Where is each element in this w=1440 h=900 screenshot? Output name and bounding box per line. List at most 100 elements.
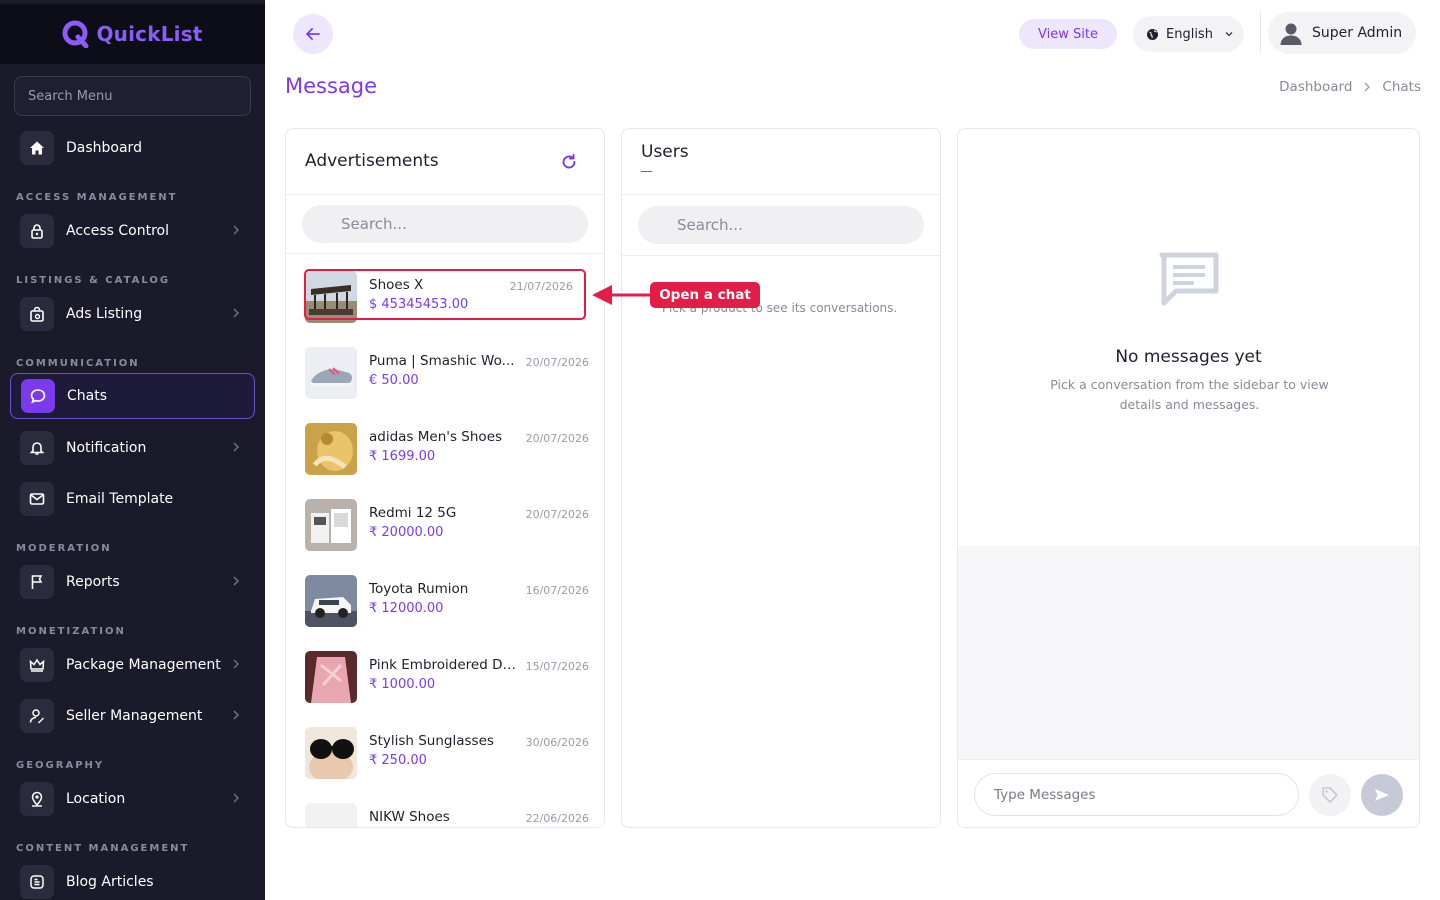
sidebar-item-package-management[interactable]: Package Management: [10, 642, 255, 688]
sidebar-item-notification[interactable]: Notification: [10, 425, 255, 471]
ad-name: Shoes X: [369, 277, 424, 293]
sidebar-item-location[interactable]: Location: [10, 776, 255, 822]
shopping-bag-icon: [20, 297, 54, 331]
sidebar-item-chats[interactable]: Chats: [10, 373, 255, 419]
logo-text: QuickList: [96, 22, 203, 46]
ad-name: adidas Men's Shoes: [369, 429, 503, 445]
map-pin-icon: [20, 782, 54, 816]
sidebar-item-ads-listing[interactable]: Ads Listing: [10, 291, 255, 337]
ad-price: ₹ 12000.00: [369, 601, 444, 616]
crown-icon: [20, 648, 54, 682]
message-area: [958, 546, 1419, 759]
menu-search-placeholder: Search Menu: [28, 88, 113, 104]
user-name: Super Admin: [1312, 25, 1403, 41]
logo-icon: [62, 20, 89, 48]
sidebar-item-label: Package Management: [66, 657, 221, 673]
empty-state-title: No messages yet: [1115, 347, 1262, 367]
ad-name: Redmi 12 5G: [369, 505, 457, 521]
section-label-communication: COMMUNICATION: [16, 358, 140, 369]
header-divider: [1260, 12, 1261, 52]
message-input-placeholder: Type Messages: [994, 786, 1096, 803]
advertisements-search-input[interactable]: Search...: [302, 205, 588, 243]
view-site-button[interactable]: View Site: [1019, 19, 1117, 49]
ad-name: Stylish Sunglasses: [369, 733, 494, 749]
ad-item[interactable]: Pink Embroidered Do... ₹ 1000.00 15/07/2…: [305, 651, 589, 703]
chevron-right-icon: [233, 576, 240, 586]
chevron-down-icon: [1225, 32, 1233, 37]
logo[interactable]: QuickList: [0, 4, 265, 64]
ad-price: ₹ 1699.00: [369, 449, 436, 464]
section-label-geography: GEOGRAPHY: [16, 760, 105, 771]
sidebar-item-access-control[interactable]: Access Control: [10, 208, 255, 254]
ad-thumbnail: [305, 499, 357, 551]
ad-item[interactable]: adidas Men's Shoes ₹ 1699.00 20/07/2026: [305, 423, 589, 475]
lock-icon: [20, 214, 54, 248]
chevron-right-icon: [233, 225, 240, 235]
advertisements-panel: Advertisements Search... Shoes X $ 45345…: [285, 128, 605, 828]
arrow-left-icon: [306, 28, 320, 40]
breadcrumb-chats[interactable]: Chats: [1382, 79, 1421, 95]
ad-item[interactable]: Stylish Sunglasses ₹ 250.00 30/06/2026: [305, 727, 589, 779]
ad-item[interactable]: Puma | Smashic Wo... € 50.00 20/07/2026: [305, 347, 589, 399]
message-input[interactable]: Type Messages: [974, 773, 1299, 816]
ad-name: NIKW Shoes: [369, 809, 450, 825]
sidebar-item-dashboard[interactable]: Dashboard: [10, 125, 255, 171]
ad-item[interactable]: Shoes X $ 45345453.00 21/07/2026: [305, 271, 589, 323]
ad-price: ₹ 250.00: [369, 753, 427, 768]
ad-name: Toyota Rumion: [369, 581, 469, 597]
message-icon: [1159, 252, 1219, 306]
chevron-right-icon: [233, 442, 240, 452]
ad-price: ₹ 1000.00: [369, 677, 436, 692]
sidebar-item-seller-management[interactable]: Seller Management: [10, 693, 255, 739]
ad-thumbnail: [305, 575, 357, 627]
annotation-arrow-icon: [592, 285, 650, 305]
sidebar-item-reports[interactable]: Reports: [10, 559, 255, 605]
ad-date: 22/06/2026: [525, 812, 589, 825]
sidebar-item-label: Ads Listing: [66, 306, 143, 322]
sidebar-item-label: Seller Management: [66, 708, 203, 724]
advertisements-header: Advertisements: [286, 129, 604, 195]
send-button[interactable]: [1361, 774, 1403, 816]
avatar-icon: [1280, 23, 1302, 45]
chevron-right-icon: [233, 710, 240, 720]
users-search-input[interactable]: Search...: [638, 206, 924, 244]
chevron-right-icon: [233, 308, 240, 318]
language-select[interactable]: English: [1133, 16, 1244, 52]
breadcrumb-dashboard[interactable]: Dashboard: [1279, 79, 1352, 95]
back-button[interactable]: [293, 14, 333, 54]
sidebar-item-label: Location: [66, 791, 126, 807]
sidebar-item-label: Access Control: [66, 223, 169, 239]
chevron-right-icon: [233, 793, 240, 803]
ad-item[interactable]: Redmi 12 5G ₹ 20000.00 20/07/2026: [305, 499, 589, 551]
ad-date: 20/07/2026: [525, 432, 589, 445]
refresh-icon[interactable]: [560, 153, 578, 171]
users-subtitle-dash: [641, 171, 652, 172]
ad-item[interactable]: NIKW Shoes 22/06/2026: [305, 803, 589, 827]
ad-name: Puma | Smashic Wo...: [369, 353, 515, 369]
sidebar-item-email-template[interactable]: Email Template: [10, 476, 255, 522]
empty-state-description: Pick a conversation from the sidebar to …: [1050, 377, 1329, 412]
ad-item[interactable]: Toyota Rumion ₹ 12000.00 16/07/2026: [305, 575, 589, 627]
ad-thumbnail: [305, 347, 357, 399]
menu-search-input[interactable]: Search Menu: [14, 76, 251, 116]
send-icon: [1375, 789, 1389, 801]
flag-icon: [20, 565, 54, 599]
ad-date: 20/07/2026: [525, 356, 589, 369]
sidebar-item-blog-articles[interactable]: Blog Articles: [10, 859, 255, 900]
ad-date: 16/07/2026: [525, 584, 589, 597]
annotation-label: Open a chat: [650, 282, 760, 308]
ad-thumbnail: [305, 651, 357, 703]
mail-icon: [20, 482, 54, 516]
advertisements-search-placeholder: Search...: [341, 215, 407, 233]
sidebar: QuickList Search Menu Dashboard ACCESS M…: [0, 0, 265, 900]
user-edit-icon: [20, 699, 54, 733]
tag-button[interactable]: [1309, 774, 1351, 816]
user-menu[interactable]: Super Admin: [1268, 12, 1416, 54]
sidebar-item-label: Chats: [67, 388, 108, 404]
chevron-right-icon: [233, 659, 240, 669]
ad-price: € 50.00: [369, 373, 419, 388]
ad-thumbnail: [305, 423, 357, 475]
ad-thumbnail: [305, 727, 357, 779]
section-label-monetization: MONETIZATION: [16, 626, 126, 637]
tag-icon: [1322, 787, 1338, 803]
